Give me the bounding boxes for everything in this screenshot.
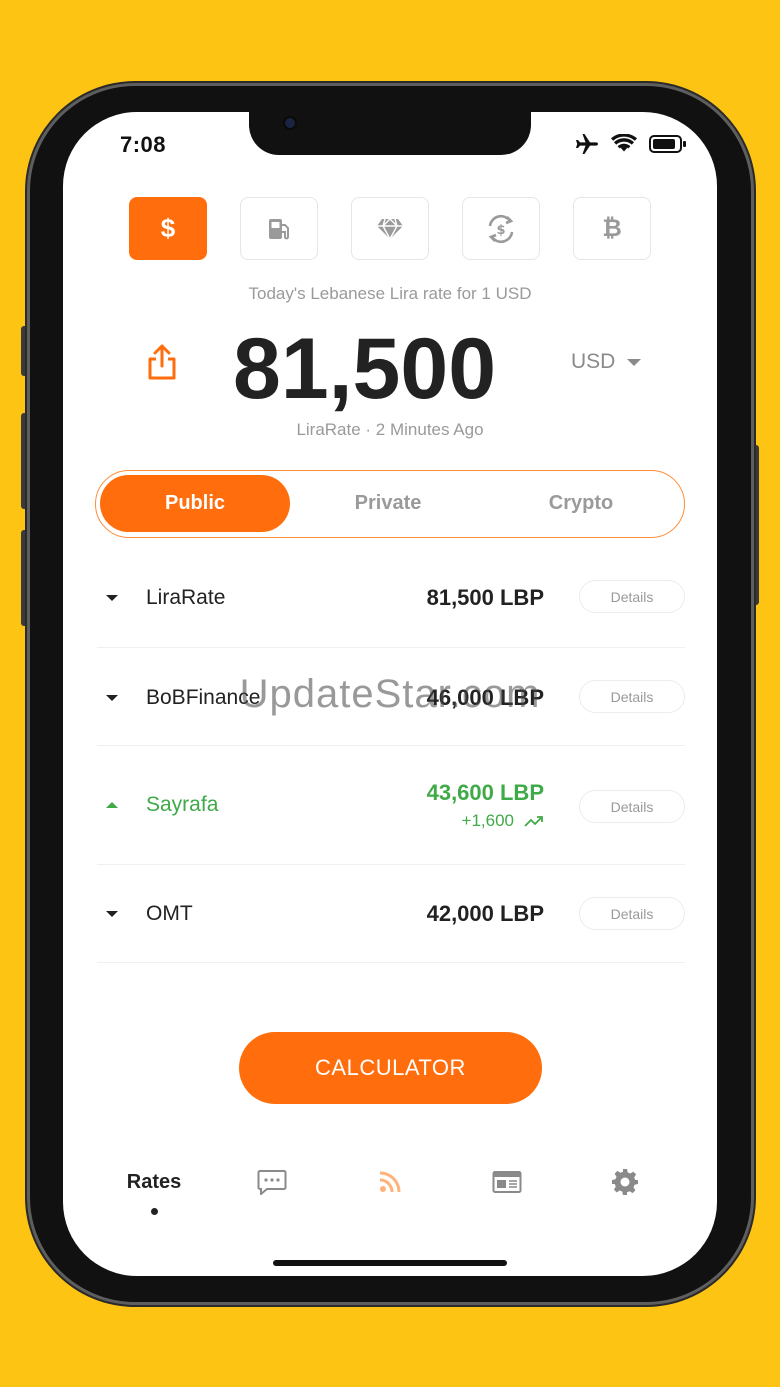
rate-caption: Today's Lebanese Lira rate for 1 USD <box>248 284 532 303</box>
rate-row-bobfinance[interactable]: BoBFinance 46,000 LBP Details <box>97 648 685 746</box>
nav-settings[interactable] <box>580 1162 670 1202</box>
diamond-icon <box>377 217 403 240</box>
rate-source-name: Sayrafa <box>146 793 219 816</box>
app-screen: 7:08 $ $ ₿ Today's Lebanese Lira rate fo… <box>63 112 717 1276</box>
trending-up-icon <box>524 816 543 827</box>
wifi-icon <box>611 134 637 152</box>
home-indicator <box>273 1260 507 1266</box>
nav-rates[interactable]: Rates <box>109 1162 199 1202</box>
chat-icon <box>257 1170 287 1195</box>
status-time: 7:08 <box>120 132 167 157</box>
status-icons <box>575 134 687 154</box>
nav-chat[interactable] <box>227 1162 317 1202</box>
camera-icon <box>285 118 295 128</box>
currency-label: USD <box>571 350 616 373</box>
currency-tabs: $ $ ₿ <box>129 197 651 260</box>
rate-row-omt[interactable]: OMT 42,000 LBP Details <box>97 865 685 963</box>
svg-text:$: $ <box>496 223 505 238</box>
rate-change: +1,600 <box>462 811 544 831</box>
news-icon <box>492 1171 522 1193</box>
trend-down-icon <box>106 595 118 601</box>
feed-icon <box>379 1171 401 1193</box>
chevron-down-icon <box>627 358 642 366</box>
currency-dropdown[interactable]: USD <box>571 350 642 374</box>
details-button[interactable]: Details <box>579 790 685 823</box>
main-rate-value: 81,500 <box>233 321 497 417</box>
rate-value: 81,500 LBP <box>426 585 544 610</box>
notch <box>249 112 531 155</box>
share-icon[interactable] <box>146 344 178 380</box>
rate-value: 46,000 LBP <box>426 685 544 710</box>
tab-private[interactable]: Private <box>293 475 483 532</box>
source-timestamp: LiraRate · 2 Minutes Ago <box>296 420 484 439</box>
nav-news[interactable] <box>462 1162 552 1202</box>
fuel-tab[interactable] <box>240 197 318 260</box>
tab-crypto[interactable]: Crypto <box>486 475 676 532</box>
tab-public[interactable]: Public <box>100 475 290 532</box>
trend-down-icon <box>106 911 118 917</box>
rate-source-name: BoBFinance <box>146 686 261 709</box>
rate-row-lirarate[interactable]: LiraRate 81,500 LBP Details <box>97 550 685 648</box>
calculator-button[interactable]: CALCULATOR <box>239 1032 542 1104</box>
bitcoin-icon: ₿ <box>602 214 622 242</box>
exchange-tab[interactable]: $ <box>462 197 540 260</box>
details-button[interactable]: Details <box>579 680 685 713</box>
active-tab-indicator <box>151 1208 158 1215</box>
bottom-nav: Rates <box>63 1162 717 1222</box>
rate-list: LiraRate 81,500 LBP Details BoBFinance 4… <box>97 550 685 963</box>
dollar-icon: $ <box>160 213 176 243</box>
rate-source-name: OMT <box>146 902 193 925</box>
nav-rates-label: Rates <box>126 1170 182 1193</box>
nav-feed[interactable] <box>345 1162 435 1202</box>
fuel-pump-icon <box>269 218 289 239</box>
trend-down-icon <box>106 695 118 701</box>
rate-source-name: LiraRate <box>146 586 226 609</box>
battery-icon <box>649 135 686 153</box>
market-tabs: Public Private Crypto <box>95 470 685 538</box>
airplane-icon <box>576 134 598 154</box>
rate-value: 43,600 LBP <box>426 780 544 805</box>
trend-up-icon <box>106 802 118 808</box>
details-button[interactable]: Details <box>579 897 685 930</box>
gear-icon <box>612 1169 638 1195</box>
rate-row-sayrafa[interactable]: Sayrafa 43,600 LBP +1,600 Details <box>97 746 685 865</box>
bitcoin-tab[interactable]: ₿ <box>573 197 651 260</box>
exchange-icon: $ <box>488 214 514 243</box>
gold-tab[interactable] <box>351 197 429 260</box>
dollar-tab[interactable]: $ <box>129 197 207 260</box>
details-button[interactable]: Details <box>579 580 685 613</box>
rate-change-value: +1,600 <box>461 811 514 830</box>
rate-value: 42,000 LBP <box>426 901 544 926</box>
